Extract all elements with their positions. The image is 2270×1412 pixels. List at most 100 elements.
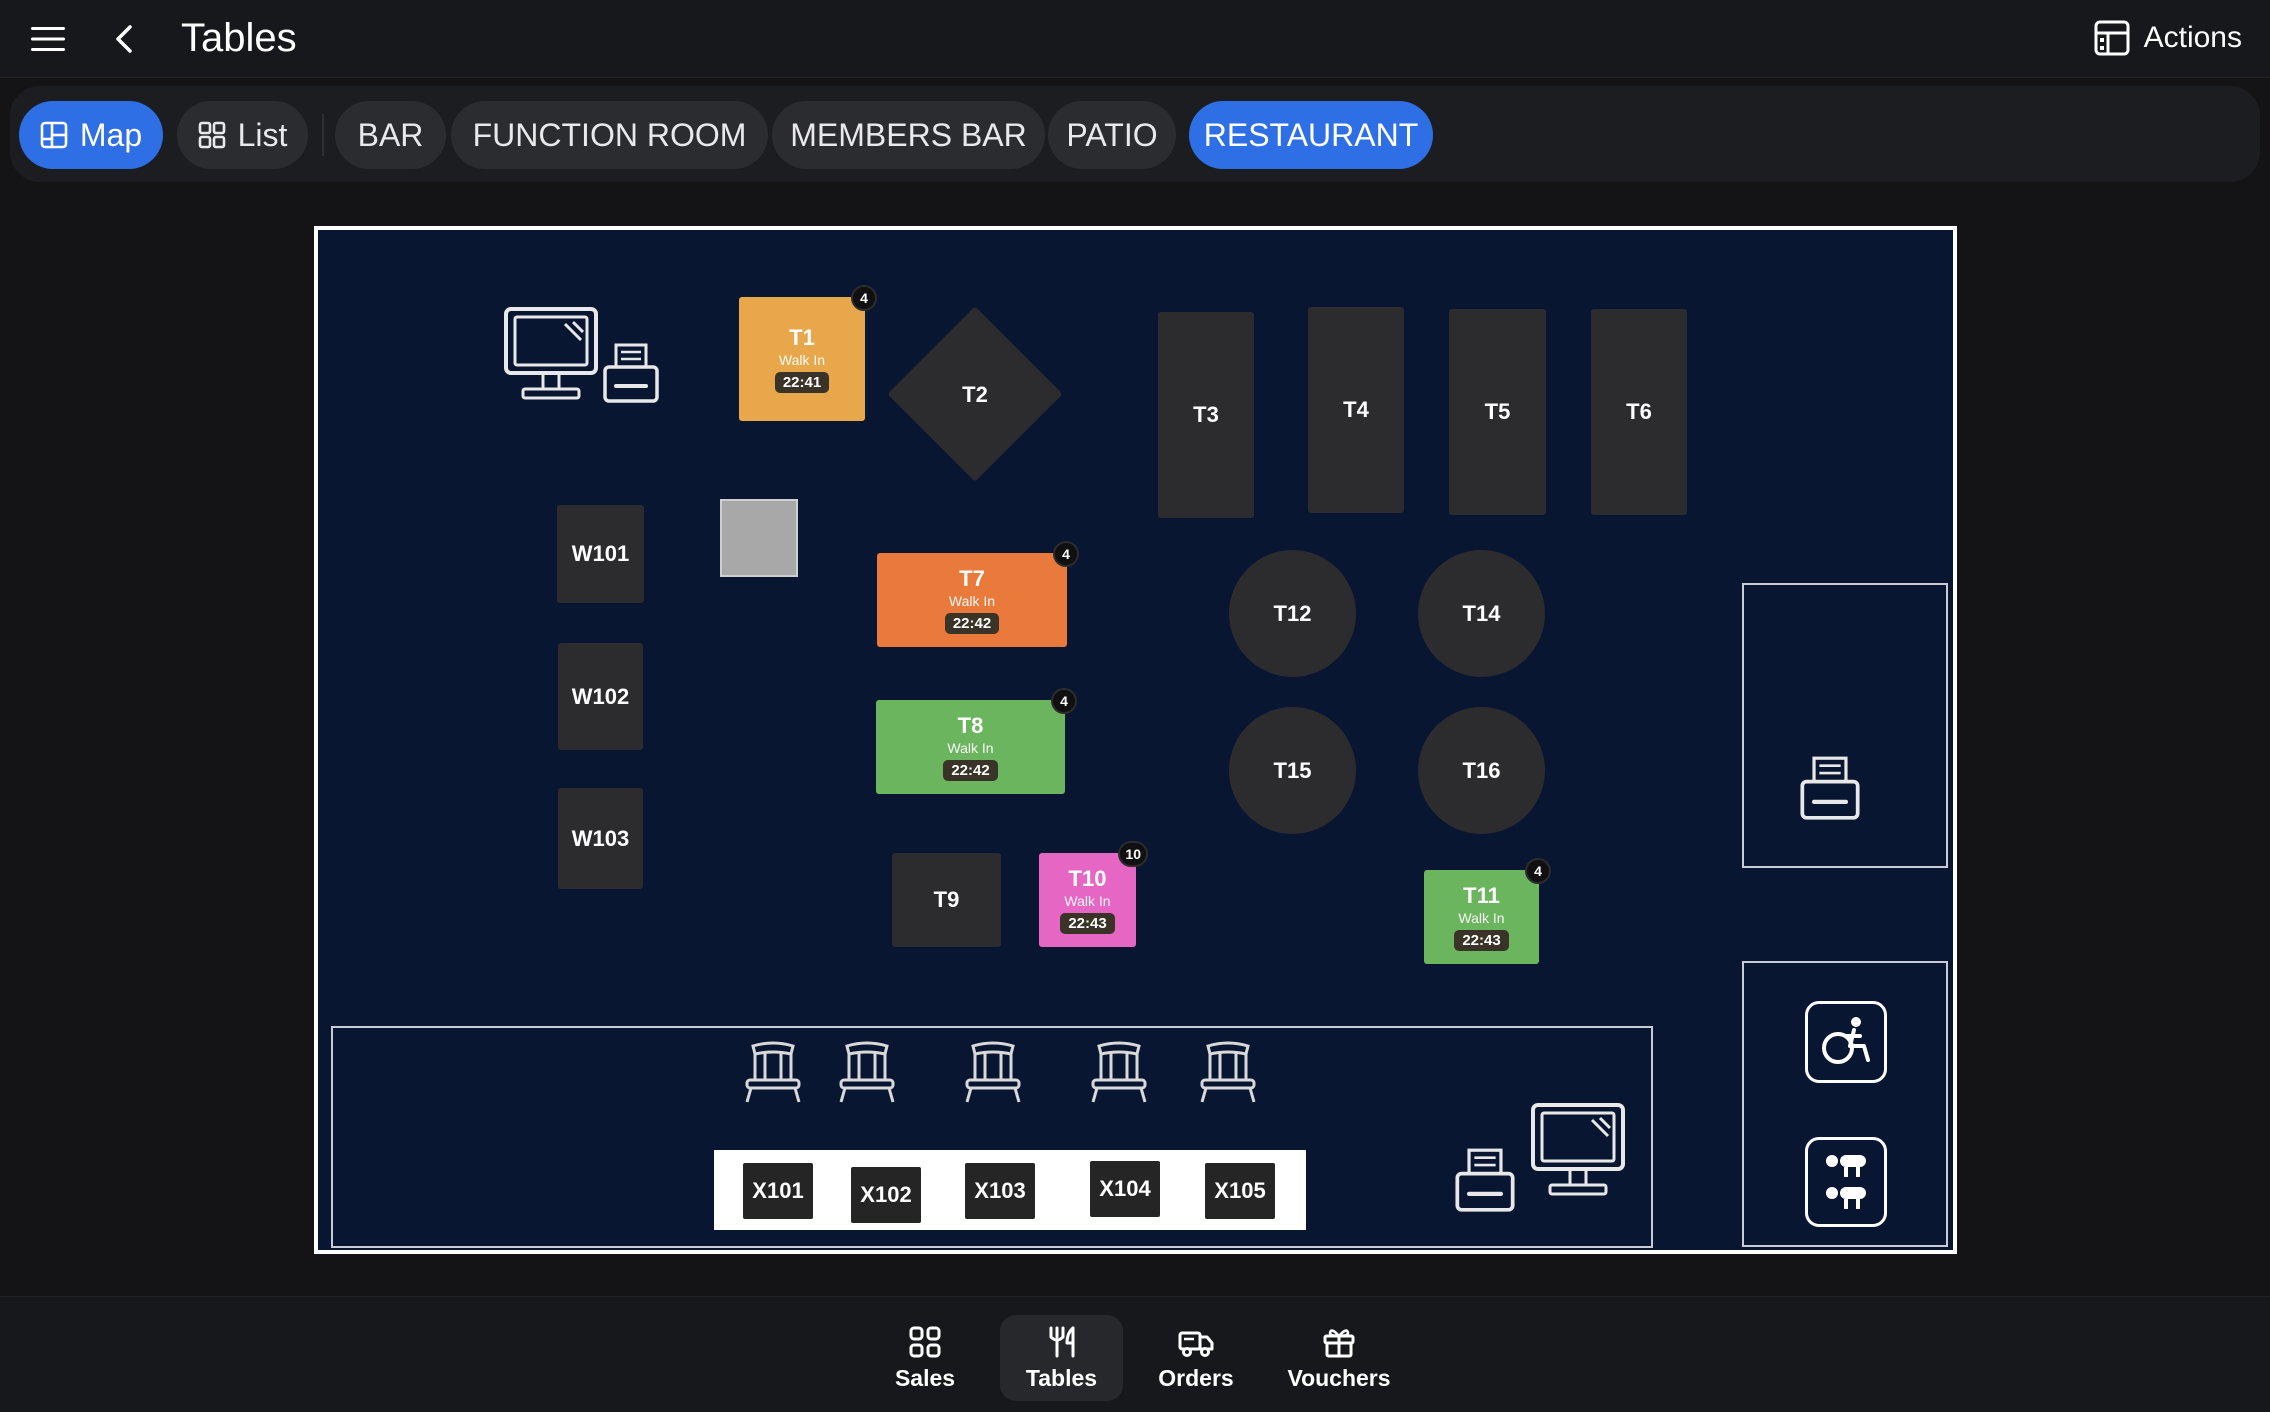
bottom-navigation: Sales Tables Orders Vouchers [0, 1296, 2270, 1412]
table-status: Walk In [948, 593, 996, 609]
receipt-printer-icon [1455, 1148, 1515, 1212]
tab-divider [322, 114, 324, 156]
area-tab-strip: Map List BAR FUNCTION ROOM MEMBERS BAR P… [10, 86, 2260, 182]
table-name: T11 [1463, 883, 1500, 908]
guest-count-badge: 4 [1051, 688, 1077, 714]
table-name: T3 [1193, 402, 1219, 427]
table-name: T8 [957, 713, 984, 738]
table-w103[interactable]: W103 [558, 788, 643, 889]
table-t4[interactable]: T4 [1308, 307, 1404, 513]
table-name: T2 [962, 382, 988, 407]
table-name: T4 [1343, 397, 1369, 422]
table-time: 22:41 [774, 372, 830, 393]
hamburger-icon [31, 27, 65, 51]
nav-orders-label: Orders [1158, 1364, 1234, 1391]
table-t9[interactable]: T9 [892, 853, 1001, 947]
actions-button[interactable]: Actions [2094, 14, 2242, 62]
table-t14[interactable]: T14 [1418, 550, 1545, 677]
table-t15[interactable]: T15 [1229, 707, 1356, 834]
table-name: X101 [752, 1178, 804, 1203]
guest-count-badge: 10 [1118, 841, 1148, 867]
grid-icon [198, 121, 225, 149]
guest-count-badge: 4 [1525, 858, 1551, 884]
table-w101[interactable]: W101 [557, 505, 644, 603]
nav-tables[interactable]: Tables [1000, 1315, 1123, 1401]
tab-map[interactable]: Map [19, 101, 163, 169]
nav-sales[interactable]: Sales [870, 1315, 980, 1401]
table-name: T16 [1462, 757, 1501, 783]
table-t12[interactable]: T12 [1229, 550, 1356, 677]
floor-plan: T1 Walk In 22:41 4 T2 T3 T4 T5 T6 W101 W… [314, 226, 1957, 1254]
nav-sales-label: Sales [894, 1364, 956, 1391]
table-t6[interactable]: T6 [1591, 309, 1687, 515]
tab-patio-label: PATIO [1066, 116, 1158, 153]
receipt-printer-icon [1800, 756, 1860, 820]
table-name: X103 [974, 1178, 1026, 1203]
service-station-zone [1742, 583, 1948, 868]
table-w102[interactable]: W102 [558, 643, 643, 750]
table-status: Walk In [778, 352, 826, 368]
tab-restaurant-label: RESTAURANT [1203, 116, 1419, 153]
bar-seat-x101[interactable]: X101 [743, 1163, 813, 1219]
table-status: Walk In [1458, 910, 1505, 926]
fork-knife-icon [1049, 1326, 1074, 1357]
nav-vouchers-label: Vouchers [1287, 1364, 1391, 1391]
bar-stool-icon [839, 1041, 895, 1103]
bar-seat-x105[interactable]: X105 [1205, 1163, 1275, 1219]
table-t5[interactable]: T5 [1449, 309, 1546, 515]
table-name: X105 [1214, 1178, 1266, 1203]
tab-list-label: List [237, 116, 288, 153]
gift-icon [1323, 1328, 1355, 1357]
bar-stool-icon [1091, 1041, 1147, 1103]
table-time: 22:43 [1454, 930, 1509, 951]
table-t3[interactable]: T3 [1158, 312, 1254, 518]
table-t10[interactable]: T10 Walk In 22:43 10 [1039, 841, 1148, 947]
table-name: W102 [571, 683, 630, 709]
table-t11[interactable]: T11 Walk In 22:43 4 [1424, 858, 1551, 964]
tab-bar[interactable]: BAR [335, 101, 446, 169]
page-title: Tables [181, 16, 297, 60]
tab-list[interactable]: List [177, 101, 308, 169]
bar-seat-x104[interactable]: X104 [1090, 1161, 1160, 1217]
bar-stool-icon [1200, 1041, 1256, 1103]
table-name: T5 [1484, 399, 1511, 424]
restroom-zone [1742, 961, 1948, 1247]
back-button[interactable] [100, 18, 148, 60]
grid-icon [909, 1326, 941, 1357]
table-t16[interactable]: T16 [1418, 707, 1545, 834]
table-name: X102 [860, 1182, 912, 1207]
table-name: X104 [1099, 1176, 1151, 1201]
table-time: 22:42 [944, 613, 1000, 634]
actions-label: Actions [2143, 21, 2242, 54]
tab-function-room[interactable]: FUNCTION ROOM [451, 101, 768, 169]
dashboard-icon [2094, 20, 2130, 56]
accessible-restroom-icon [1805, 1001, 1887, 1083]
tab-members-bar[interactable]: MEMBERS BAR [772, 101, 1045, 169]
tab-bar-label: BAR [357, 116, 424, 153]
pos-terminal-icon [1531, 1103, 1625, 1196]
top-app-bar: Tables Actions [0, 0, 2270, 78]
map-view-icon [40, 121, 68, 149]
restroom-icon [1805, 1137, 1887, 1227]
nav-tables-label: Tables [1025, 1364, 1098, 1391]
tab-function-room-label: FUNCTION ROOM [472, 116, 747, 153]
nav-orders[interactable]: Orders [1141, 1315, 1251, 1401]
table-status: Walk In [1064, 893, 1111, 909]
table-name: T9 [933, 887, 960, 912]
table-t7[interactable]: T7 Walk In 22:42 4 [877, 541, 1079, 647]
table-name: T15 [1273, 757, 1312, 783]
table-t8[interactable]: T8 Walk In 22:42 4 [876, 688, 1077, 794]
bar-seat-x103[interactable]: X103 [965, 1163, 1035, 1219]
tab-patio[interactable]: PATIO [1048, 101, 1176, 169]
nav-vouchers[interactable]: Vouchers [1278, 1315, 1400, 1401]
tab-restaurant[interactable]: RESTAURANT [1189, 101, 1433, 169]
guest-count-badge: 4 [1053, 541, 1079, 567]
bar-seat-x102[interactable]: X102 [851, 1167, 921, 1223]
table-name: T6 [1626, 399, 1652, 424]
tab-members-bar-label: MEMBERS BAR [790, 116, 1027, 153]
bar-stool-icon [965, 1041, 1021, 1103]
menu-button[interactable] [24, 18, 72, 60]
table-name: T1 [789, 325, 815, 350]
chevron-left-icon [116, 25, 132, 53]
table-t1[interactable]: T1 Walk In 22:41 4 [739, 285, 877, 421]
